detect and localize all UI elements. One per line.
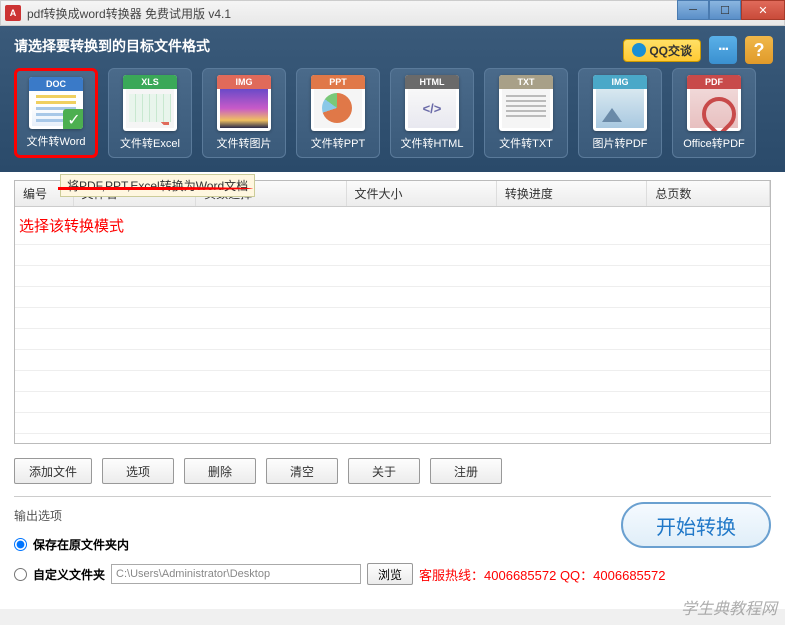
column-header[interactable]: 转换进度 — [496, 181, 646, 207]
ppt-icon: PPT — [311, 75, 365, 131]
add-file-button[interactable]: 添加文件 — [14, 458, 92, 484]
register-button[interactable]: 注册 — [430, 458, 502, 484]
browse-button[interactable]: 浏览 — [367, 563, 413, 585]
content: 编号文件名页数选择文件大小转换进度总页数 选择该转换模式 添加文件 选项 删除 … — [0, 172, 785, 609]
close-button[interactable]: ✕ — [741, 0, 785, 20]
check-icon: ✓ — [63, 109, 83, 129]
html-icon: HTML — [405, 75, 459, 131]
format-item-doc[interactable]: DOC ✓ 文件转Word — [14, 68, 98, 158]
table-row — [15, 266, 770, 287]
format-item-txt[interactable]: TXT 文件转TXT — [484, 68, 568, 158]
table-row — [15, 434, 770, 445]
img-icon: IMG — [217, 75, 271, 131]
options-button[interactable]: 选项 — [102, 458, 174, 484]
doc-icon: DOC ✓ — [29, 77, 83, 129]
hotline-text: 客服热线：4006685572 QQ：4006685572 — [419, 565, 665, 584]
titlebar: A pdf转换成word转换器 免费试用版 v4.1 — [0, 0, 785, 26]
file-table: 编号文件名页数选择文件大小转换进度总页数 选择该转换模式 — [15, 181, 770, 444]
table-row — [15, 392, 770, 413]
app-title: pdf转换成word转换器 免费试用版 v4.1 — [27, 5, 780, 22]
table-body: 选择该转换模式 — [15, 207, 770, 445]
format-item-html[interactable]: HTML 文件转HTML — [390, 68, 474, 158]
column-header[interactable]: 文件大小 — [346, 181, 496, 207]
table-row — [15, 308, 770, 329]
format-label: 文件转Word — [26, 133, 85, 149]
annotation-underline — [58, 187, 253, 190]
delete-button[interactable]: 删除 — [184, 458, 256, 484]
help-icon[interactable]: ? — [745, 36, 773, 64]
table-row — [15, 329, 770, 350]
custom-folder-label: 自定义文件夹 — [33, 566, 105, 583]
save-same-label: 保存在原文件夹内 — [33, 536, 129, 553]
format-item-img2[interactable]: IMG 图片转PDF — [578, 68, 662, 158]
radio-custom: 自定义文件夹 浏览 客服热线：4006685572 QQ：4006685572 — [14, 563, 771, 585]
table-row: 选择该转换模式 — [15, 207, 770, 245]
format-label: 文件转Excel — [120, 135, 180, 151]
format-item-xls[interactable]: XLS 文件转Excel — [108, 68, 192, 158]
tooltip: 将PDF,PPT,Excel转换为Word文档 — [60, 174, 255, 197]
path-input[interactable] — [111, 564, 361, 584]
format-item-pdf[interactable]: PDF Office转PDF — [672, 68, 756, 158]
table-row — [15, 413, 770, 434]
format-label: Office转PDF — [683, 135, 745, 151]
button-row: 添加文件 选项 删除 清空 关于 注册 — [14, 458, 771, 484]
minimize-button[interactable]: ─ — [677, 0, 709, 20]
custom-folder-radio[interactable] — [14, 568, 27, 581]
format-label: 文件转HTML — [401, 135, 464, 151]
file-table-wrap[interactable]: 编号文件名页数选择文件大小转换进度总页数 选择该转换模式 — [14, 180, 771, 444]
about-button[interactable]: 关于 — [348, 458, 420, 484]
window-controls: ─ ☐ ✕ — [677, 0, 785, 20]
header-icons: QQ交谈 ··· ? — [623, 36, 773, 64]
txt-icon: TXT — [499, 75, 553, 131]
table-row — [15, 287, 770, 308]
table-row — [15, 245, 770, 266]
xls-icon: XLS — [123, 75, 177, 131]
column-header[interactable]: 总页数 — [647, 181, 770, 207]
start-convert-button[interactable]: 开始转换 — [621, 502, 771, 548]
table-row — [15, 371, 770, 392]
annotation-text: 选择该转换模式 — [15, 207, 770, 245]
format-label: 文件转TXT — [499, 135, 553, 151]
format-row: DOC ✓ 文件转Word XLS 文件转Excel IMG 文件转图片 PPT… — [14, 68, 771, 158]
pdf-icon: PDF — [687, 75, 741, 131]
img2-icon: IMG — [593, 75, 647, 131]
format-item-ppt[interactable]: PPT 文件转PPT — [296, 68, 380, 158]
qq-chat-button[interactable]: QQ交谈 — [623, 39, 701, 62]
format-label: 文件转PPT — [311, 135, 365, 151]
format-label: 图片转PDF — [593, 135, 648, 151]
header: 请选择要转换到的目标文件格式 QQ交谈 ··· ? DOC ✓ 文件转Word … — [0, 26, 785, 172]
format-item-img[interactable]: IMG 文件转图片 — [202, 68, 286, 158]
table-row — [15, 350, 770, 371]
clear-button[interactable]: 清空 — [266, 458, 338, 484]
maximize-button[interactable]: ☐ — [709, 0, 741, 20]
save-same-radio[interactable] — [14, 538, 27, 551]
format-label: 文件转图片 — [217, 135, 272, 151]
output-section: 输出选项 保存在原文件夹内 自定义文件夹 浏览 客服热线：4006685572 … — [14, 496, 771, 585]
chat-icon[interactable]: ··· — [709, 36, 737, 64]
app-icon: A — [5, 5, 21, 21]
